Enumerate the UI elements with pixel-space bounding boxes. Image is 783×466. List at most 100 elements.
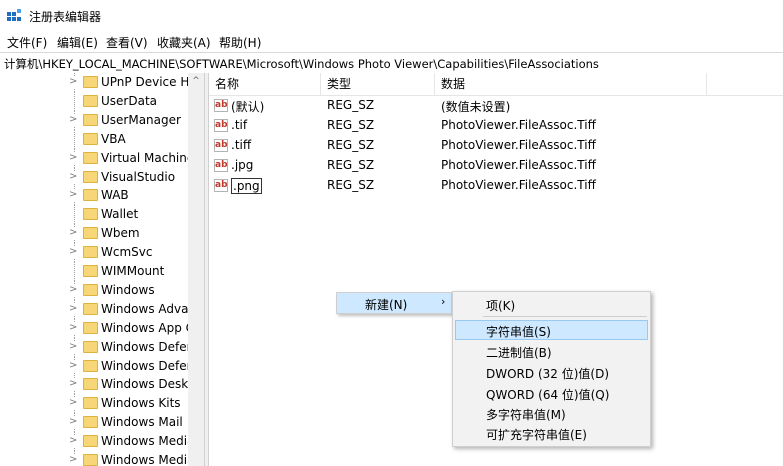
menu-favorites[interactable]: 收藏夹(A) xyxy=(157,34,211,51)
submenu-item-multi-string-value[interactable]: 多字符串值(M) xyxy=(455,403,648,423)
menu-file[interactable]: 文件(F) xyxy=(7,34,47,51)
value-row[interactable]: ab .tiff REG_SZ PhotoViewer.FileAssoc.Tiff xyxy=(209,136,783,156)
tree-item[interactable]: > WAB xyxy=(0,186,188,206)
expand-chevron-icon[interactable]: > xyxy=(69,302,79,315)
tree-item[interactable]: > UPnP Device Hc xyxy=(0,73,196,92)
key-tree[interactable]: > UPnP Device Hc UserData > UserManager VBA > V… xyxy=(0,73,204,466)
tree-item[interactable]: > VisualStudio xyxy=(0,167,188,187)
submenu-item-key[interactable]: 项(K) xyxy=(455,294,648,314)
tree-item[interactable]: > UserManager xyxy=(0,110,188,130)
expand-chevron-icon[interactable] xyxy=(69,208,79,220)
tree-item[interactable]: > Windows Deskt xyxy=(0,375,193,395)
menu-edit[interactable]: 编辑(E) xyxy=(57,34,98,51)
expand-chevron-icon[interactable]: > xyxy=(69,416,79,429)
expand-chevron-icon[interactable]: > xyxy=(69,151,79,164)
tree-item-label: Windows Defen xyxy=(101,358,195,373)
submenu-item-label: 字符串值(S) xyxy=(486,325,551,339)
expand-chevron-icon[interactable]: > xyxy=(69,435,79,448)
tree-item[interactable]: > Virtual Machine xyxy=(0,148,194,168)
tree-item[interactable]: WIMMount xyxy=(0,262,188,281)
tree-item-label: Windows xyxy=(101,282,155,297)
folder-icon xyxy=(83,397,98,410)
expand-chevron-icon[interactable]: > xyxy=(69,76,79,88)
address-path[interactable]: 计算机\HKEY_LOCAL_MACHINE\SOFTWARE\Microsof… xyxy=(4,56,599,72)
value-row[interactable]: ab .png REG_SZ PhotoViewer.FileAssoc.Tiff xyxy=(209,176,783,196)
column-header-name[interactable]: 名称 xyxy=(209,73,321,95)
expand-chevron-icon[interactable]: > xyxy=(69,359,79,372)
expand-chevron-icon[interactable]: > xyxy=(69,283,79,296)
expand-chevron-icon[interactable]: > xyxy=(69,397,79,410)
value-row[interactable]: ab (默认) REG_SZ (数值未设置) xyxy=(209,96,783,116)
value-name[interactable]: .jpg xyxy=(231,158,253,172)
context-menu-item-new[interactable]: 新建(N) › xyxy=(337,293,451,313)
column-header-data[interactable]: 数据 xyxy=(435,73,707,95)
folder-icon xyxy=(83,435,98,448)
folder-icon xyxy=(83,416,98,429)
submenu-item-dword-value[interactable]: DWORD (32 位)值(D) xyxy=(455,362,648,382)
tree-item-label: Windows Advar xyxy=(101,301,194,316)
value-type: REG_SZ xyxy=(327,118,375,132)
value-row[interactable]: ab .jpg REG_SZ PhotoViewer.FileAssoc.Tiff xyxy=(209,156,783,176)
folder-icon xyxy=(83,265,98,277)
expand-chevron-icon[interactable] xyxy=(69,95,79,107)
expand-chevron-icon[interactable]: > xyxy=(69,113,79,126)
column-header-type[interactable]: 类型 xyxy=(321,73,435,95)
submenu-item-label: 可扩充字符串值(E) xyxy=(486,428,587,442)
tree-item-label: Virtual Machine xyxy=(101,150,195,165)
tree-scrollbar[interactable]: ^ xyxy=(188,73,204,466)
tree-item[interactable]: > Windows Defen xyxy=(0,337,194,357)
value-name[interactable]: .png xyxy=(231,178,262,194)
submenu-item-label: 项(K) xyxy=(486,299,516,313)
expand-chevron-icon[interactable]: > xyxy=(69,340,79,353)
folder-icon xyxy=(83,378,98,391)
value-data: PhotoViewer.FileAssoc.Tiff xyxy=(441,118,596,132)
registry-editor-icon xyxy=(7,9,21,21)
value-name[interactable]: (默认) xyxy=(231,98,264,115)
context-menu: 新建(N) › xyxy=(336,292,452,314)
string-value-icon: ab xyxy=(214,119,228,132)
tree-item[interactable]: > Windows xyxy=(0,280,188,300)
scroll-up-arrow-icon[interactable]: ^ xyxy=(188,73,204,89)
tree-item-label: WIMMount xyxy=(101,264,165,278)
string-value-icon: ab xyxy=(214,179,228,192)
tree-item[interactable]: > Wbem xyxy=(0,224,188,244)
tree-item[interactable]: > WcmSvc xyxy=(0,243,188,263)
expand-chevron-icon[interactable]: > xyxy=(69,454,79,466)
folder-icon xyxy=(83,454,98,466)
value-name[interactable]: .tif xyxy=(231,118,247,132)
tree-item[interactable]: > Windows Media xyxy=(0,432,194,452)
tree-item[interactable]: > Windows Defen xyxy=(0,356,194,376)
submenu-item-binary-value[interactable]: 二进制值(B) xyxy=(455,341,648,361)
submenu-item-qword-value[interactable]: QWORD (64 位)值(Q) xyxy=(455,383,648,403)
tree-item[interactable]: > Windows Media xyxy=(0,451,194,466)
expand-chevron-icon[interactable]: > xyxy=(69,378,79,391)
tree-item-label: Windows Deskt xyxy=(101,377,193,392)
value-type: REG_SZ xyxy=(327,178,375,192)
tree-item[interactable]: VBA xyxy=(0,129,188,149)
tree-item[interactable]: > Windows Kits xyxy=(0,394,188,414)
value-row[interactable]: ab .tif REG_SZ PhotoViewer.FileAssoc.Tiff xyxy=(209,116,783,136)
tree-item[interactable]: > Windows Mail xyxy=(0,413,188,433)
expand-chevron-icon[interactable]: > xyxy=(69,170,79,183)
submenu-item-expandable-string-value[interactable]: 可扩充字符串值(E) xyxy=(455,423,648,443)
address-bar[interactable]: 计算机\HKEY_LOCAL_MACHINE\SOFTWARE\Microsof… xyxy=(0,52,783,74)
tree-item-label: UPnP Device Hc xyxy=(101,75,196,89)
folder-icon xyxy=(83,208,98,221)
tree-item[interactable]: UserData xyxy=(0,91,188,111)
expand-chevron-icon[interactable]: > xyxy=(69,227,79,240)
tree-item[interactable]: Wallet xyxy=(0,205,188,225)
expand-chevron-icon[interactable]: > xyxy=(69,246,79,259)
expand-chevron-icon[interactable]: > xyxy=(69,321,79,334)
tree-item[interactable]: > Windows Advar xyxy=(0,299,193,319)
expand-chevron-icon[interactable]: > xyxy=(69,189,79,202)
value-name[interactable]: .tiff xyxy=(231,138,251,152)
value-type: REG_SZ xyxy=(327,138,375,152)
tree-item[interactable]: > Windows App C xyxy=(0,318,194,338)
menu-view[interactable]: 查看(V) xyxy=(106,34,148,51)
folder-icon xyxy=(83,170,98,183)
string-value-icon: ab xyxy=(214,159,228,172)
expand-chevron-icon[interactable] xyxy=(69,265,79,277)
submenu-item-string-value[interactable]: 字符串值(S) xyxy=(455,320,648,340)
menu-help[interactable]: 帮助(H) xyxy=(219,34,261,51)
expand-chevron-icon[interactable] xyxy=(69,133,79,145)
